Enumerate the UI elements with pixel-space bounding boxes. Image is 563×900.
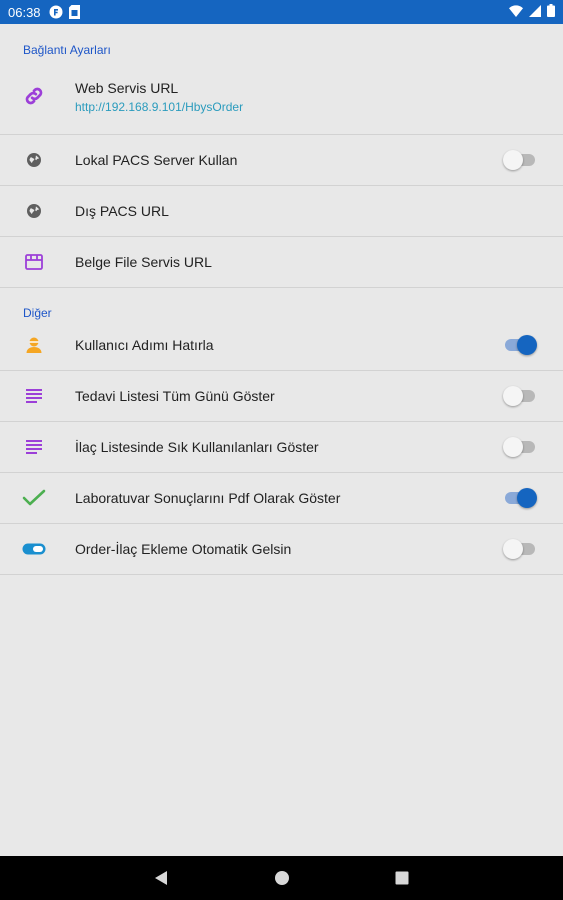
back-icon[interactable]	[146, 863, 176, 893]
setting-order-drug-auto[interactable]: Order-İlaç Ekleme Otomatik Gelsin	[0, 524, 563, 575]
battery-icon	[547, 4, 555, 20]
setting-lab-results-pdf[interactable]: Laboratuvar Sonuçlarını Pdf Olarak Göste…	[0, 473, 563, 524]
treatment-list-all-day-toggle[interactable]	[503, 386, 537, 406]
navigation-bar	[0, 856, 563, 900]
setting-title: İlaç Listesinde Sık Kullanılanları Göste…	[75, 439, 319, 455]
toggle-pill-icon	[20, 535, 48, 563]
setting-title: Dış PACS URL	[75, 203, 169, 219]
sim-card-icon	[68, 5, 80, 19]
order-drug-auto-toggle[interactable]	[503, 539, 537, 559]
drug-list-frequently-used-toggle[interactable]	[503, 437, 537, 457]
setting-web-service-url[interactable]: Web Servis URL http://192.168.9.101/Hbys…	[0, 57, 563, 135]
lab-results-pdf-toggle[interactable]	[503, 488, 537, 508]
recents-icon[interactable]	[387, 863, 417, 893]
section-header-other: Diğer	[23, 306, 52, 320]
link-icon	[20, 82, 48, 110]
setting-title: Web Servis URL	[75, 80, 179, 96]
setting-title: Kullanıcı Adımı Hatırla	[75, 337, 214, 353]
home-icon[interactable]	[267, 863, 297, 893]
app-notification-icon	[49, 5, 63, 19]
remember-username-toggle[interactable]	[503, 335, 537, 355]
checkmark-icon	[20, 484, 48, 512]
setting-order-drug-text: Order-İlaç Ekleme Otomatik Gelsin	[75, 541, 291, 557]
setting-external-pacs-url[interactable]: Dış PACS URL	[0, 186, 563, 237]
setting-title: Belge File Servis URL	[75, 254, 212, 270]
setting-external-pacs-text: Dış PACS URL	[75, 203, 169, 219]
settings-list: Bağlantı Ayarları Web Servis URL http://…	[0, 24, 563, 856]
list-icon	[20, 433, 48, 461]
user-icon	[20, 331, 48, 359]
setting-lab-results-text: Laboratuvar Sonuçlarını Pdf Olarak Göste…	[75, 490, 340, 506]
setting-subtitle: http://192.168.9.101/HbysOrder	[75, 100, 244, 114]
archive-box-icon	[20, 248, 48, 276]
globe-icon	[20, 197, 48, 225]
setting-web-service-url-text: Web Servis URL http://192.168.9.101/Hbys…	[75, 80, 243, 114]
setting-local-pacs[interactable]: Lokal PACS Server Kullan	[0, 135, 563, 186]
status-bar: 06:38	[0, 0, 563, 24]
cellular-signal-icon	[529, 4, 541, 20]
setting-drug-list-frequently-used[interactable]: İlaç Listesinde Sık Kullanılanları Göste…	[0, 422, 563, 473]
local-pacs-toggle[interactable]	[503, 150, 537, 170]
section-header-connection: Bağlantı Ayarları	[23, 43, 111, 57]
globe-icon	[20, 146, 48, 174]
setting-drug-list-text: İlaç Listesinde Sık Kullanılanları Göste…	[75, 439, 319, 455]
setting-title: Tedavi Listesi Tüm Günü Göster	[75, 388, 275, 404]
setting-title: Laboratuvar Sonuçlarını Pdf Olarak Göste…	[75, 490, 341, 506]
wifi-icon	[509, 4, 523, 20]
list-icon	[20, 382, 48, 410]
setting-title: Order-İlaç Ekleme Otomatik Gelsin	[75, 541, 292, 557]
setting-remember-username-text: Kullanıcı Adımı Hatırla	[75, 337, 214, 353]
setting-treatment-list-all-day[interactable]: Tedavi Listesi Tüm Günü Göster	[0, 371, 563, 422]
status-right-group	[509, 4, 555, 20]
setting-document-file-text: Belge File Servis URL	[75, 254, 212, 270]
setting-document-file-service-url[interactable]: Belge File Servis URL	[0, 237, 563, 288]
status-time: 06:38	[8, 4, 41, 20]
setting-remember-username[interactable]: Kullanıcı Adımı Hatırla	[0, 320, 563, 371]
setting-title: Lokal PACS Server Kullan	[75, 152, 238, 168]
setting-local-pacs-text: Lokal PACS Server Kullan	[75, 152, 237, 168]
setting-treatment-list-text: Tedavi Listesi Tüm Günü Göster	[75, 388, 275, 404]
